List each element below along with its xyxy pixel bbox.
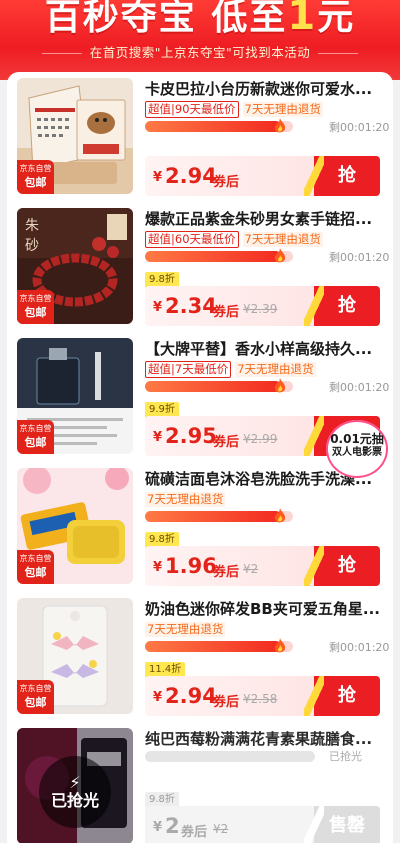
product-image[interactable]: ⚡ 已抢光 <box>17 728 133 843</box>
original-price: ¥2 <box>213 822 229 836</box>
flame-icon <box>274 508 286 523</box>
grab-button[interactable]: 抢 <box>304 156 380 196</box>
progress-row: 剩00:01:20 <box>145 248 390 264</box>
grab-button[interactable]: 抢 <box>304 676 380 716</box>
jd-selfrun-badge: 京东自营 包邮 <box>17 290 54 324</box>
flame-icon <box>274 378 286 393</box>
return-policy-label: 7天无理由退货 <box>242 232 323 247</box>
sold-out-button: 售罄 <box>304 806 380 843</box>
lowest-price-label: 超值|60天最低价 <box>145 231 239 248</box>
product-image[interactable]: 京东自营 包邮 <box>17 598 133 714</box>
sold-status: 已抢光 <box>329 750 362 763</box>
progress-row: 剩00:01:20 <box>145 638 390 654</box>
coupon-price: 2.34 <box>165 294 217 318</box>
activity-banner: 百秒夺宝 低至1元 在首页搜索"上京东夺宝"可找到本活动 <box>0 0 400 80</box>
svg-text:朱: 朱 <box>25 218 39 234</box>
product-image[interactable]: 朱 砂 京东自营 包邮 <box>17 208 133 324</box>
product-labels: 7天无理由退货 <box>145 618 229 637</box>
lightning-icon: ⚡ <box>69 773 81 792</box>
grab-button[interactable]: 抢 <box>304 546 380 586</box>
countdown: 剩00:01:20 <box>329 121 390 134</box>
banner-title: 百秒夺宝 低至1元 <box>44 0 356 39</box>
list-item[interactable]: ⚡ 已抢光 纯巴西莓粉满满花青素果蔬膳食... 已抢光 9.8折 ¥ 2 券后 ¥… <box>7 722 393 843</box>
flame-icon <box>274 638 286 653</box>
product-name[interactable]: 纯巴西莓粉满满花青素果蔬膳食... <box>145 728 385 750</box>
jd-selfrun-badge: 京东自营 包邮 <box>17 160 54 194</box>
return-policy-label: 7天无理由退货 <box>242 102 323 117</box>
countdown: 剩00:01:20 <box>329 641 390 654</box>
progress-bar <box>145 751 315 762</box>
product-name[interactable]: 奶油色迷你碎发BB夹可爱五角星... <box>145 598 385 620</box>
price-box: ¥ 2.34 券后 ¥2.39 抢 <box>145 286 380 326</box>
flame-icon <box>274 248 286 263</box>
progress-row: 剩00:01:20 <box>145 378 390 394</box>
product-labels: 超值|60天最低价 7天无理由退货 <box>145 228 327 248</box>
return-policy-label: 7天无理由退货 <box>235 362 316 377</box>
original-price: ¥2 <box>243 562 259 576</box>
progress-row <box>145 508 390 524</box>
list-item[interactable]: 京东自营 包邮 卡皮巴拉小台历新款迷你可爱水... 超值|90天最低价 7天无理由退… <box>7 72 393 202</box>
jd-selfrun-badge: 京东自营 包邮 <box>17 550 54 584</box>
return-policy-label: 7天无理由退货 <box>145 622 226 637</box>
original-price: ¥2.58 <box>243 692 278 706</box>
list-item[interactable]: 京东自营 包邮 硫磺洁面皂沐浴皂洗脸洗手洗澡... 7天无理由退货 9.8折 ¥ … <box>7 462 393 592</box>
product-labels: 7天无理由退货 <box>145 488 229 507</box>
original-price: ¥2.39 <box>243 302 278 316</box>
movie-ticket-promo[interactable]: 0.01元抽 双人电影票 <box>326 420 388 478</box>
sold-out-badge: ⚡ 已抢光 <box>39 756 111 828</box>
product-image[interactable]: 京东自营 包邮 <box>17 338 133 454</box>
list-item[interactable]: 京东自营 包邮 奶油色迷你碎发BB夹可爱五角星... 7天无理由退货 剩00:01… <box>7 592 393 722</box>
coupon-price: 2.94 <box>165 684 217 708</box>
price-box: ¥ 2.94 券后 ¥2.58 抢 <box>145 676 380 716</box>
product-name[interactable]: 卡皮巴拉小台历新款迷你可爱水... <box>145 78 385 100</box>
coupon-price: 2.94 <box>165 164 217 188</box>
coupon-price: 1.96 <box>165 554 217 578</box>
countdown: 剩00:01:20 <box>329 381 390 394</box>
progress-bar <box>145 638 293 653</box>
original-price: ¥2.99 <box>243 432 278 446</box>
jd-selfrun-badge: 京东自营 包邮 <box>17 420 54 454</box>
price-box: ¥ 2 券后 ¥2 售罄 <box>145 806 380 843</box>
progress-bar <box>145 378 293 393</box>
lowest-price-label: 超值|90天最低价 <box>145 101 239 118</box>
progress-bar <box>145 508 293 523</box>
product-name[interactable]: 【大牌平替】香水小样高级持久... <box>145 338 385 360</box>
svg-text:砂: 砂 <box>25 238 39 254</box>
jd-selfrun-badge: 京东自营 包邮 <box>17 680 54 714</box>
return-policy-label: 7天无理由退货 <box>145 492 226 507</box>
product-name[interactable]: 爆款正品紫金朱砂男女素手链招... <box>145 208 385 230</box>
countdown: 剩00:01:20 <box>329 251 390 264</box>
product-labels: 超值|90天最低价 7天无理由退货 <box>145 98 327 118</box>
product-labels: 超值|7天最低价 7天无理由退货 <box>145 358 320 378</box>
list-item[interactable]: 朱 砂 京东自营 包邮 爆款正品紫金朱砂男女素手链招... 超值|60天最低价 7天… <box>7 202 393 332</box>
product-image[interactable]: 京东自营 包邮 <box>17 78 133 194</box>
progress-bar <box>145 248 293 263</box>
coupon-price: 2 <box>165 814 180 838</box>
banner-subtitle: 在首页搜索"上京东夺宝"可找到本活动 <box>0 42 400 61</box>
coupon-price: 2.95 <box>165 424 217 448</box>
price-box: ¥ 1.96 券后 ¥2 抢 <box>145 546 380 586</box>
progress-row: 剩00:01:20 <box>145 118 390 134</box>
grab-button[interactable]: 抢 <box>304 286 380 326</box>
flame-icon <box>274 118 286 133</box>
progress-bar <box>145 118 293 133</box>
price-box: ¥ 2.94 券后 抢 <box>145 156 380 196</box>
product-image[interactable]: 京东自营 包邮 <box>17 468 133 584</box>
lowest-price-label: 超值|7天最低价 <box>145 361 232 378</box>
progress-row: 已抢光 <box>145 748 390 764</box>
